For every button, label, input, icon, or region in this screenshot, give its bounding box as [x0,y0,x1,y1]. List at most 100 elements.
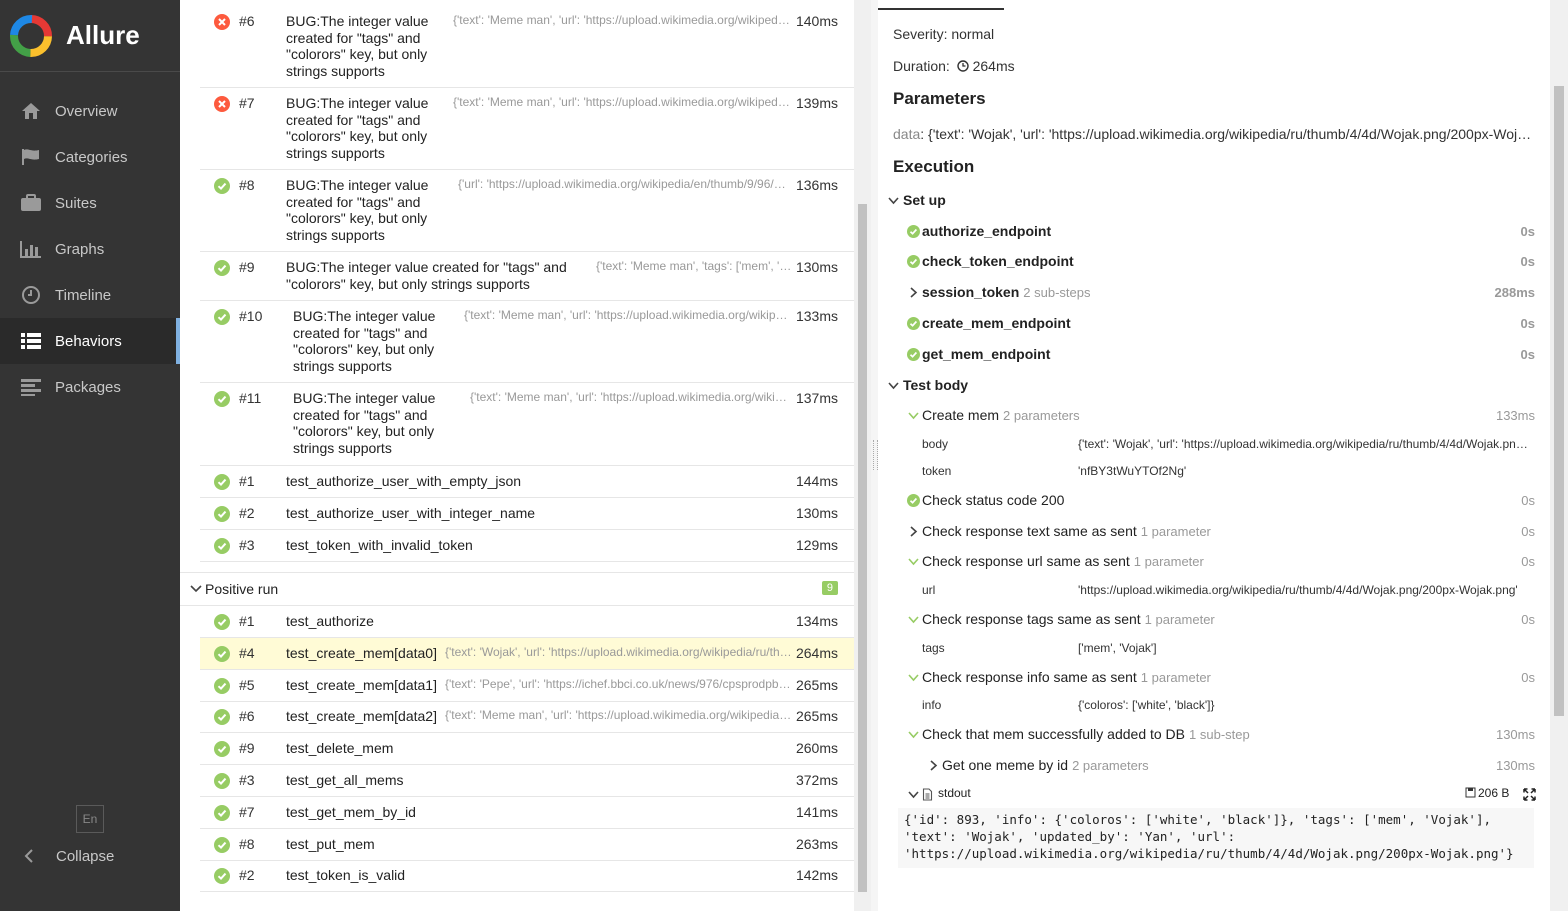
test-duration: 134ms [795,613,838,629]
passed-status-icon [214,614,230,630]
execution-step[interactable]: Check response text same as sent 1 parame… [878,519,1550,545]
step-label: Check status code 200 [922,492,1065,508]
stdout-attachment[interactable]: stdout 206 B [878,782,1550,808]
test-row[interactable]: #7 BUG:The integer value created for "tag… [200,88,854,170]
test-duration: 136ms [795,177,838,193]
test-row[interactable]: #8 test_put_mem 263ms [200,829,854,861]
test-row[interactable]: #3 test_get_all_mems 372ms [200,765,854,797]
step-duration: 0s [1521,554,1535,569]
execution-step[interactable]: Check response info same as sent 1 parame… [878,665,1550,691]
test-row[interactable]: #11 BUG:The integer value created for "ta… [200,383,854,466]
collapse-button[interactable]: Collapse [18,842,114,870]
test-row[interactable]: #9 BUG:The integer value created for "tag… [200,252,854,301]
collapse-label: Collapse [56,847,115,865]
passed-status-icon [214,260,230,276]
execution-step[interactable]: check_token_endpoint 0s [878,249,1550,275]
test-name: BUG:The integer value created for "tags"… [286,95,429,161]
passed-status-icon [214,506,230,522]
tree-scrollbar[interactable] [854,0,871,911]
sidebar-item-categories[interactable]: Categories [0,134,180,180]
test-order: #9 [239,259,255,275]
tree-scroll-thumb[interactable] [858,204,867,892]
execution-section[interactable]: Test body [878,373,1550,399]
sidebar-item-label: Suites [55,194,97,212]
language-button[interactable]: En [76,805,104,833]
tab-underline [878,0,1004,10]
execution-step[interactable]: Check status code 200 0s [878,488,1550,514]
duration-value: 264ms [972,58,1015,74]
test-row[interactable]: #1 test_authorize_user_with_empty_json 144… [200,466,854,498]
test-row[interactable]: #10 BUG:The integer value created for "ta… [200,301,854,383]
chevron-right-icon [907,286,920,299]
test-row[interactable]: #5 test_create_mem[data1] {'text': 'Pepe',… [200,670,854,702]
sidebar-item-packages[interactable]: Packages [0,364,180,410]
test-order: #9 [239,740,255,757]
step-parameter: info {'coloros': ['white', 'black']} [878,695,1550,717]
test-order: #11 [239,390,262,406]
test-row[interactable]: #9 test_delete_mem 260ms [200,733,854,766]
test-params: {'text': 'Meme man', 'url': 'https://upl… [445,708,792,723]
step-name: Check status code 200 [922,492,1064,508]
detail-scroll-thumb[interactable] [1554,86,1564,716]
test-row[interactable]: #2 test_token_is_valid 142ms [200,860,854,893]
section-title: Test body [903,377,969,393]
sidebar-item-suites[interactable]: Suites [0,180,180,226]
test-name: test_authorize_user_with_empty_json [286,473,522,489]
sidebar-item-label: Timeline [55,286,112,304]
step-duration: 0s [1520,347,1535,362]
sidebar-item-overview[interactable]: Overview [0,88,180,134]
step-name: Check that mem successfully added to DB 1… [922,726,1250,742]
step-name: Check response tags same as sent 1 parame… [922,611,1215,627]
step-substeps: 1 parameter [1133,554,1204,569]
execution-step[interactable]: Check response url same as sent 1 paramet… [878,549,1550,575]
test-row[interactable]: #8 BUG:The integer value created for "tag… [200,170,854,252]
expand-icon[interactable] [1523,788,1536,801]
step-duration: 130ms [1495,758,1535,773]
test-name: test_authorize [286,613,374,629]
step-parameter: token 'nfBY3tWuYTOf2Ng' [878,461,1550,483]
param-name: info [922,698,942,712]
execution-step[interactable]: Check that mem successfully added to DB 1… [878,722,1550,748]
chevron-right-icon [927,759,940,772]
group-positive-run[interactable]: Positive run 9 [180,572,854,606]
test-row[interactable]: #7 test_get_mem_by_id 141ms [200,797,854,829]
detail-scrollbar[interactable] [1550,0,1568,911]
execution-step[interactable]: create_mem_endpoint 0s [878,311,1550,337]
execution-step[interactable]: session_token 2 sub-steps 288ms [878,280,1550,306]
execution-step[interactable]: Get one meme by id 2 parameters 130ms [878,753,1550,779]
execution-step[interactable]: Create mem 2 parameters 133ms [878,403,1550,429]
flag-icon [18,146,44,168]
step-label: Check response url same as sent [922,553,1130,569]
test-row[interactable]: #2 test_authorize_user_with_integer_name 1… [200,498,854,530]
param-name: body [922,437,949,451]
sidebar-item-timeline[interactable]: Timeline [0,272,180,318]
test-row[interactable]: #6 BUG:The integer value created for "tag… [200,6,854,88]
test-row[interactable]: #6 test_create_mem[data2] {'text': 'Meme m… [200,701,854,734]
execution-step[interactable]: authorize_endpoint 0s [878,219,1550,245]
test-order: #5 [239,676,255,693]
test-duration: 137ms [795,390,838,406]
test-row[interactable]: #4 test_create_mem[data0] {'text': 'Wojak'… [200,637,854,670]
brand[interactable]: Allure [0,0,180,72]
panel-splitter[interactable] [871,0,878,911]
test-row[interactable]: #1 test_authorize 134ms [200,606,854,638]
step-duration: 0s [1521,670,1535,685]
param-value: 'nfBY3tWuYTOf2Ng' [1078,464,1187,478]
failed-status-icon [214,14,230,30]
test-detail-pane: Severity: normal Duration: 264ms Paramet… [878,0,1550,911]
step-name: Check response info same as sent 1 parame… [922,669,1211,685]
execution-step[interactable]: Check response tags same as sent 1 parame… [878,607,1550,633]
execution-step[interactable]: get_mem_endpoint 0s [878,342,1550,368]
test-order: #3 [239,772,255,788]
test-row[interactable]: #3 test_token_with_invalid_token 129ms [200,530,854,562]
sidebar-item-graphs[interactable]: Graphs [0,226,180,272]
test-params: {'text': 'Pepe', 'url': 'https://ichef.b… [445,676,792,691]
chevron-right-icon [907,525,920,538]
step-label: Check response tags same as sent [922,611,1141,627]
execution-section[interactable]: Set up [878,188,1550,214]
chevron-down-icon [907,788,920,801]
test-params: {'text': 'Wojak', 'url': 'https://upload… [445,644,792,659]
sidebar-item-behaviors[interactable]: Behaviors [0,318,180,364]
test-order: #1 [239,473,255,489]
list-icon [18,330,44,352]
